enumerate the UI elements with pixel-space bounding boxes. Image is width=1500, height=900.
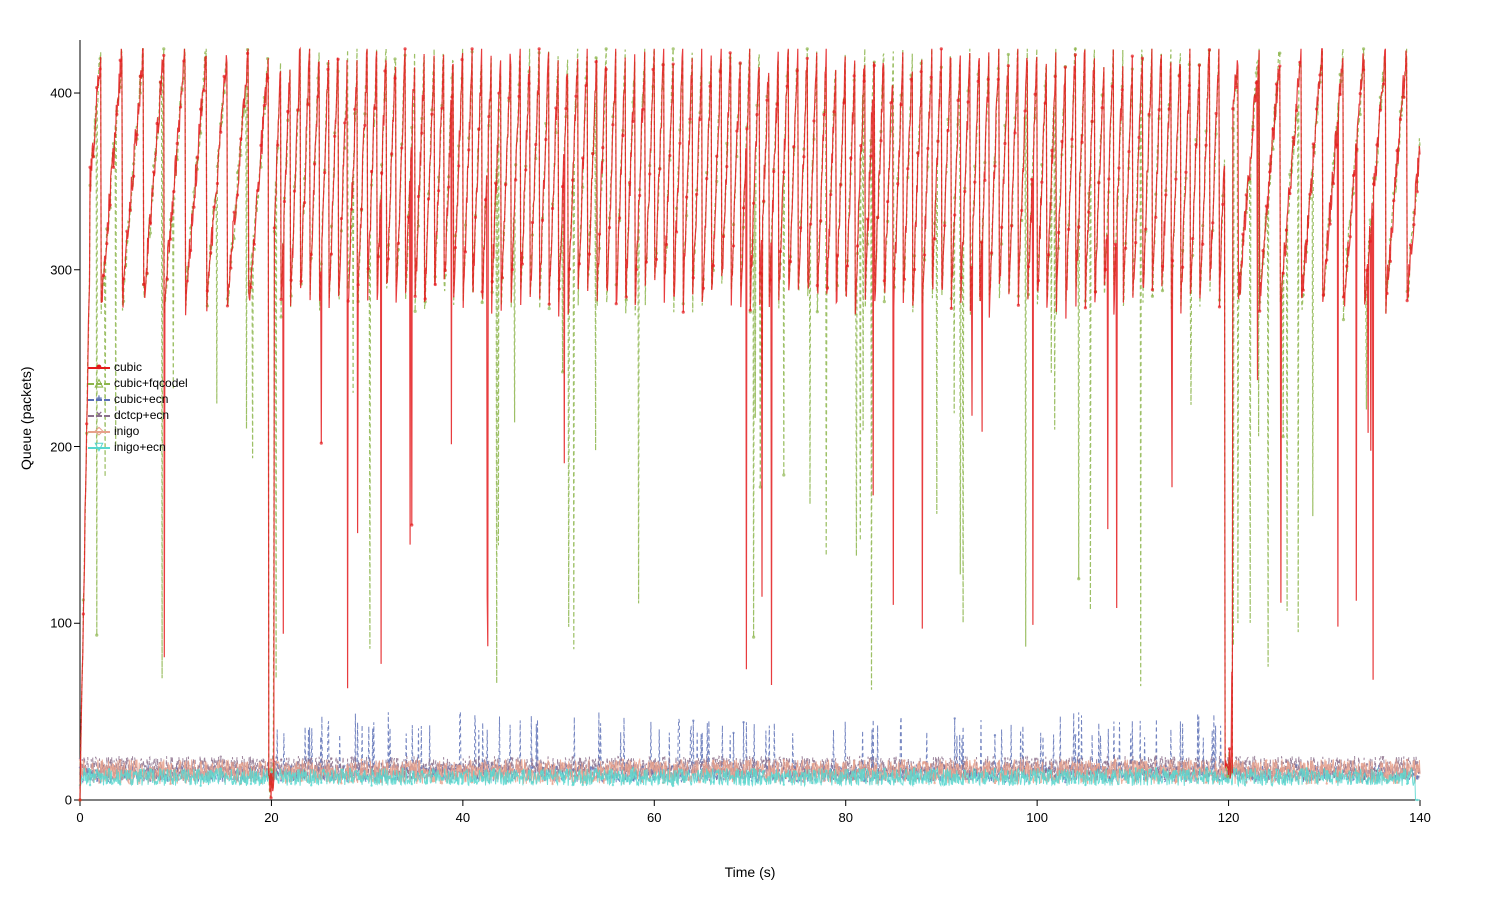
x-tick-label: 120 bbox=[1218, 810, 1240, 825]
y-tick-label: 300 bbox=[44, 262, 72, 277]
legend-label: cubic+ecn bbox=[114, 391, 168, 407]
y-tick-label: 200 bbox=[44, 439, 72, 454]
legend-marker-icon: ● bbox=[96, 359, 103, 375]
y-axis-label: Queue (packets) bbox=[18, 367, 34, 471]
y-tick-label: 100 bbox=[44, 616, 72, 631]
y-tick-label: 0 bbox=[44, 793, 72, 808]
legend-label: cubic+fqcodel bbox=[114, 375, 188, 391]
legend-label: cubic bbox=[114, 359, 142, 375]
legend-marker-icon: △ bbox=[95, 375, 103, 391]
legend-label: dctcp+ecn bbox=[114, 407, 169, 423]
legend-item: + cubic+ecn bbox=[88, 391, 188, 407]
legend-swatch: △ bbox=[88, 377, 110, 389]
legend-label: inigo+ecn bbox=[114, 439, 166, 455]
legend-item: ◇ inigo bbox=[88, 423, 188, 439]
x-tick-label: 40 bbox=[456, 810, 470, 825]
legend: ● cubic △ cubic+fqcodel + cubic+ecn × dctcp+ecn… bbox=[88, 359, 188, 455]
x-tick-label: 0 bbox=[76, 810, 83, 825]
legend-swatch: + bbox=[88, 393, 110, 405]
legend-swatch: ◇ bbox=[88, 425, 110, 437]
plot-area bbox=[0, 0, 1500, 900]
x-tick-label: 20 bbox=[264, 810, 278, 825]
x-axis-label: Time (s) bbox=[725, 864, 776, 880]
x-tick-label: 60 bbox=[647, 810, 661, 825]
legend-swatch: ● bbox=[88, 361, 110, 373]
legend-item: △ cubic+fqcodel bbox=[88, 375, 188, 391]
x-tick-label: 80 bbox=[838, 810, 852, 825]
legend-marker-icon: + bbox=[96, 391, 102, 407]
legend-marker-icon: ▽ bbox=[95, 439, 103, 455]
legend-item: ▽ inigo+ecn bbox=[88, 439, 188, 455]
legend-item: ● cubic bbox=[88, 359, 188, 375]
legend-marker-icon: × bbox=[96, 407, 102, 423]
legend-swatch: × bbox=[88, 409, 110, 421]
x-tick-label: 100 bbox=[1026, 810, 1048, 825]
chart-container: Queue (packets) Time (s) 0 20 40 60 80 100 120… bbox=[0, 0, 1500, 900]
x-tick-label: 140 bbox=[1409, 810, 1431, 825]
legend-swatch: ▽ bbox=[88, 441, 110, 453]
legend-marker-icon: ◇ bbox=[95, 423, 103, 439]
legend-item: × dctcp+ecn bbox=[88, 407, 188, 423]
y-tick-label: 400 bbox=[44, 86, 72, 101]
legend-label: inigo bbox=[114, 423, 139, 439]
